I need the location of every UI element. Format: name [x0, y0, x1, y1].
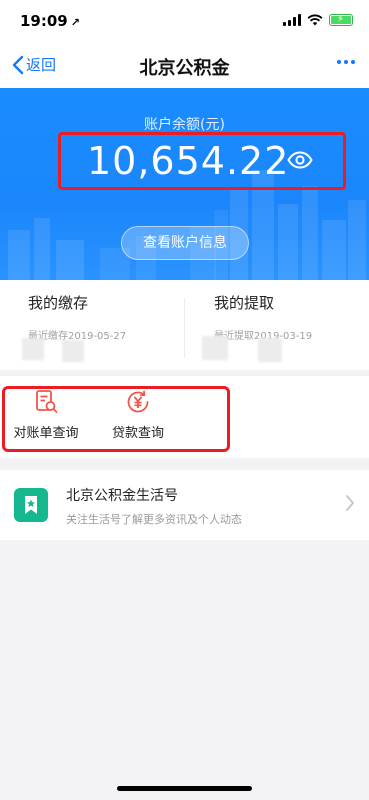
eye-icon[interactable] — [287, 151, 313, 169]
statement-search-icon — [36, 390, 58, 413]
life-account-row[interactable]: 北京公积金生活号 关注生活号了解更多资讯及个人动态 — [0, 470, 369, 540]
balance-highlight: 10,654.22 — [58, 132, 346, 190]
loan-query-label: 贷款查询 — [111, 426, 164, 441]
status-bar: 19:09 ↗ ⚡ — [0, 0, 369, 44]
nav-bar: 返回 北京公积金 — [0, 44, 369, 88]
my-deposit[interactable]: 我的缴存 最近缴存2019-05-27 — [28, 292, 126, 342]
quick-actions: 对账单查询 贷款查询 — [0, 376, 369, 458]
status-icons: ⚡ — [283, 14, 353, 26]
withdrawal-title: 我的提取 — [214, 294, 275, 312]
life-account-subtitle: 关注生活号了解更多资讯及个人动态 — [66, 513, 242, 526]
loan-yuan-icon — [127, 390, 149, 413]
battery-charging-icon: ⚡ — [329, 14, 353, 26]
balance-label: 账户余额(元) — [144, 117, 225, 133]
my-withdrawal[interactable]: 我的提取 最近提取2019-03-19 — [214, 292, 312, 342]
wifi-icon — [307, 14, 323, 26]
deposit-title: 我的缴存 — [28, 294, 89, 312]
location-arrow-icon: ↗ — [70, 16, 80, 29]
statement-query-label: 对账单查询 — [13, 426, 79, 441]
view-account-info-button[interactable]: 查看账户信息 — [121, 226, 249, 260]
account-summary: 我的缴存 最近缴存2019-05-27 我的提取 最近提取2019-03-19 — [0, 280, 369, 370]
blurred-redaction — [22, 338, 44, 360]
home-indicator — [117, 786, 252, 791]
summary-divider — [184, 298, 185, 358]
status-time-text: 19:09 — [20, 12, 68, 30]
life-account-title: 北京公积金生活号 — [66, 488, 178, 504]
statement-query-button[interactable]: 对账单查询 — [6, 388, 86, 441]
balance-card: 账户余额(元) 10,654.22 查看账户信息 — [0, 88, 369, 280]
balance-amount: 10,654.22 — [87, 139, 290, 183]
blurred-redaction — [202, 336, 228, 360]
bookmark-star-icon — [25, 496, 37, 514]
chevron-right-icon — [346, 495, 355, 511]
page-title: 北京公积金 — [139, 58, 230, 79]
more-options-icon[interactable] — [337, 60, 355, 64]
blurred-redaction — [62, 340, 84, 362]
loan-query-button[interactable]: 贷款查询 — [98, 388, 178, 441]
cellular-signal-icon — [283, 14, 301, 26]
life-account-logo — [14, 488, 48, 522]
blurred-redaction — [258, 338, 282, 362]
status-time: 19:09 ↗ — [20, 12, 80, 30]
